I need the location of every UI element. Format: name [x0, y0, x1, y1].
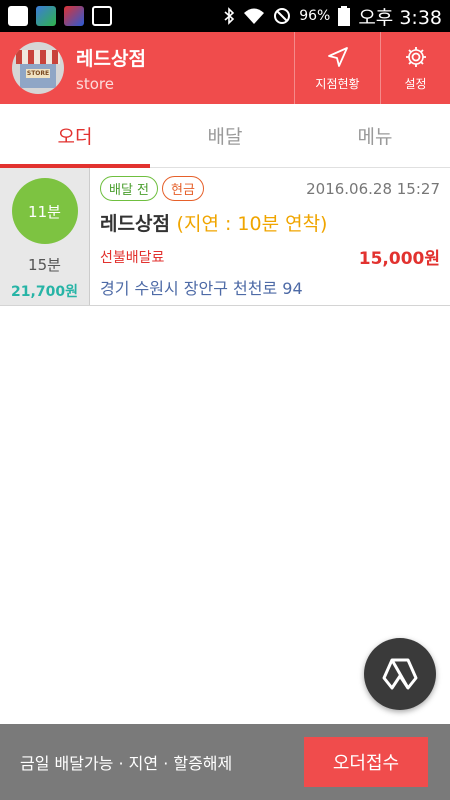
elapsed-time-circle: 11분 [11, 178, 78, 244]
ribbon-icon [382, 658, 418, 690]
wifi-icon [244, 8, 265, 24]
branch-status-button[interactable]: 지점현황 [294, 32, 380, 104]
awning-shape [16, 50, 60, 64]
store-sign: STORE [26, 69, 50, 78]
header-titles: 레드상점 store [76, 44, 294, 93]
branch-status-label: 지점현황 [315, 76, 360, 91]
app-icon-1 [36, 6, 56, 26]
store-avatar[interactable]: STORE [12, 42, 64, 94]
status-badge: 배달 전 [100, 176, 159, 201]
status-left [8, 6, 112, 26]
order-item[interactable]: 11분 15분 21,700원 배달 전 현금 2016.06.28 15:27… [0, 168, 450, 306]
order-total: 21,700원 [11, 284, 78, 300]
settings-label: 설정 [404, 76, 427, 91]
order-details: 배달 전 현금 2016.06.28 15:27 레드상점 (지연 : 10분 … [90, 168, 450, 305]
delivery-address: 경기 수원시 장안구 천천로 94 [100, 279, 303, 298]
floating-action-button[interactable] [364, 638, 436, 710]
bottom-bar: 금일 배달가능 · 지연 · 할증해제 오더접수 [0, 724, 450, 800]
gear-icon [405, 46, 426, 67]
tab-delivery[interactable]: 배달 [150, 104, 300, 167]
tab-bar: 오더 배달 메뉴 [0, 104, 450, 168]
tab-order[interactable]: 오더 [0, 104, 150, 168]
order-store-name: 레드상점 [100, 213, 170, 235]
fee-amount: 15,000원 [358, 249, 440, 269]
order-store-line: 레드상점 (지연 : 10분 연착) [100, 209, 440, 236]
gallery-icon [92, 6, 112, 26]
order-timer-panel: 11분 15분 21,700원 [0, 168, 90, 305]
bluetooth-icon [224, 7, 235, 25]
notification-icon [8, 6, 28, 26]
fee-label: 선불배달료 [100, 249, 165, 266]
order-badges-row: 배달 전 현금 2016.06.28 15:27 [100, 176, 440, 201]
payment-badge: 현금 [162, 176, 204, 201]
clock: 오후 3:38 [358, 6, 442, 29]
settings-button[interactable]: 설정 [380, 32, 450, 104]
blocked-icon [274, 8, 291, 24]
tab-menu[interactable]: 메뉴 [300, 104, 450, 167]
fee-row: 선불배달료 15,000원 [100, 244, 440, 269]
battery-icon [338, 6, 351, 26]
battery-percent: 96% [299, 8, 331, 24]
delay-note: (지연 : 10분 연착) [176, 213, 328, 235]
eta-time: 15분 [28, 256, 61, 274]
accept-order-button[interactable]: 오더접수 [304, 737, 428, 787]
delivery-status-text[interactable]: 금일 배달가능 · 지연 · 할증해제 [20, 750, 304, 774]
app-icon-2 [64, 6, 84, 26]
order-timestamp: 2016.06.28 15:27 [306, 179, 440, 198]
store-name: 레드상점 [76, 47, 146, 70]
store-subtitle: store [76, 74, 114, 93]
send-icon [327, 46, 348, 67]
status-right: 96% 오후 3:38 [223, 3, 442, 30]
status-bar: 96% 오후 3:38 [0, 0, 450, 32]
app-header: STORE 레드상점 store 지점현황 설정 [0, 32, 450, 104]
